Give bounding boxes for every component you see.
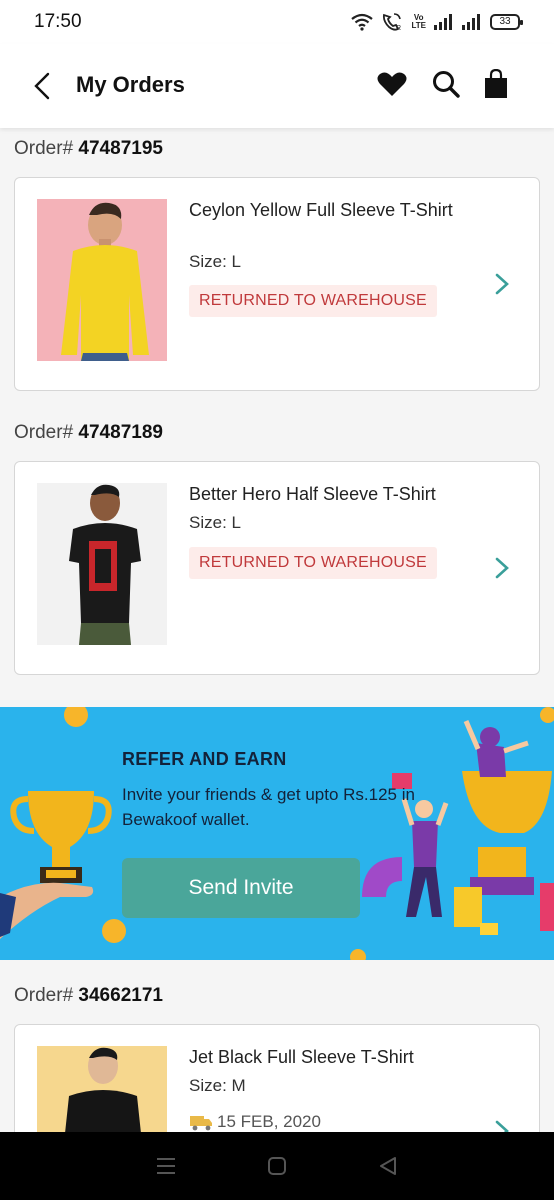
order-number-label: Order# 47487189	[14, 422, 163, 444]
battery-icon: 33	[490, 14, 523, 30]
order-number: 47487189	[78, 422, 163, 443]
delivery-date-text: 15 FEB, 2020	[217, 1112, 321, 1131]
wifi-calling-icon: R	[383, 13, 402, 32]
status-badge: RETURNED TO WAREHOUSE	[189, 547, 437, 579]
delivery-date: 15 FEB, 2020	[189, 1112, 321, 1132]
search-button[interactable]	[428, 66, 464, 102]
order-card[interactable]: Ceylon Yellow Full Sleeve T-Shirt Size: …	[14, 177, 540, 391]
menu-icon	[156, 1158, 175, 1174]
model-black-full-sleeve-image	[37, 1046, 167, 1132]
order-number-label: Order# 47487195	[14, 138, 163, 160]
page-title: My Orders	[76, 72, 185, 97]
status-icons: R Vo LTE 33	[351, 12, 523, 32]
refer-banner-illustration	[0, 707, 554, 960]
product-name: Better Hero Half Sleeve T-Shirt	[189, 484, 436, 504]
signal-icon	[462, 14, 480, 30]
heart-icon	[377, 72, 407, 96]
order-card[interactable]: Jet Black Full Sleeve T-Shirt Size: M 15…	[14, 1024, 540, 1132]
svg-text:R: R	[396, 25, 401, 32]
order-number-label: Order# 34662171	[14, 985, 163, 1007]
order-card[interactable]: Better Hero Half Sleeve T-Shirt Size: L …	[14, 461, 540, 675]
status-bar: 17:50 R Vo LTE 33	[0, 0, 554, 44]
chevron-right-icon	[495, 557, 509, 579]
wishlist-button[interactable]	[374, 66, 410, 102]
refer-description: Invite your friends & get upto Rs.125 in…	[122, 785, 415, 829]
model-yellow-shirt-image	[37, 199, 167, 361]
order-label-text: Order#	[14, 422, 74, 443]
refer-title: REFER AND EARN	[122, 749, 287, 769]
model-black-shirt-image	[37, 483, 167, 645]
volte-bottom: LTE	[411, 21, 426, 30]
back-arrow-icon	[34, 72, 50, 100]
status-badge: RETURNED TO WAREHOUSE	[189, 285, 437, 317]
product-size: Size: L	[189, 252, 241, 271]
send-invite-button[interactable]: Send Invite	[122, 858, 360, 918]
orders-list[interactable]: Order# 47487195 Ceylon Yellow Full Sleev…	[0, 128, 554, 1132]
shopping-bag-icon	[485, 69, 507, 98]
volte-icon: Vo LTE	[411, 14, 426, 30]
product-image	[37, 483, 167, 645]
signal-icon	[434, 14, 452, 30]
recent-apps-button[interactable]	[146, 1146, 186, 1186]
order-label-text: Order#	[14, 138, 74, 159]
back-button[interactable]	[24, 68, 60, 104]
home-icon	[267, 1157, 286, 1175]
wifi-icon	[351, 13, 374, 31]
product-size: Size: M	[189, 1076, 246, 1095]
refer-and-earn-banner: REFER AND EARN Invite your friends & get…	[0, 707, 554, 960]
delivery-truck-icon	[190, 1116, 212, 1131]
system-nav-bar	[0, 1132, 554, 1200]
app-header: My Orders	[0, 44, 554, 128]
chevron-right-icon	[495, 1120, 509, 1132]
product-name: Jet Black Full Sleeve T-Shirt	[189, 1047, 414, 1067]
order-number: 34662171	[78, 985, 163, 1006]
search-icon	[433, 71, 460, 98]
home-button[interactable]	[257, 1146, 297, 1186]
chevron-right-icon	[495, 273, 509, 295]
product-name: Ceylon Yellow Full Sleeve T-Shirt	[189, 200, 453, 220]
order-label-text: Order#	[14, 985, 74, 1006]
back-icon	[380, 1157, 397, 1175]
cart-button[interactable]	[478, 66, 514, 102]
status-time: 17:50	[34, 11, 82, 32]
product-image	[37, 1046, 167, 1132]
product-size: Size: L	[189, 513, 241, 532]
order-number: 47487195	[78, 138, 163, 159]
system-back-button[interactable]	[368, 1146, 408, 1186]
product-image	[37, 199, 167, 361]
